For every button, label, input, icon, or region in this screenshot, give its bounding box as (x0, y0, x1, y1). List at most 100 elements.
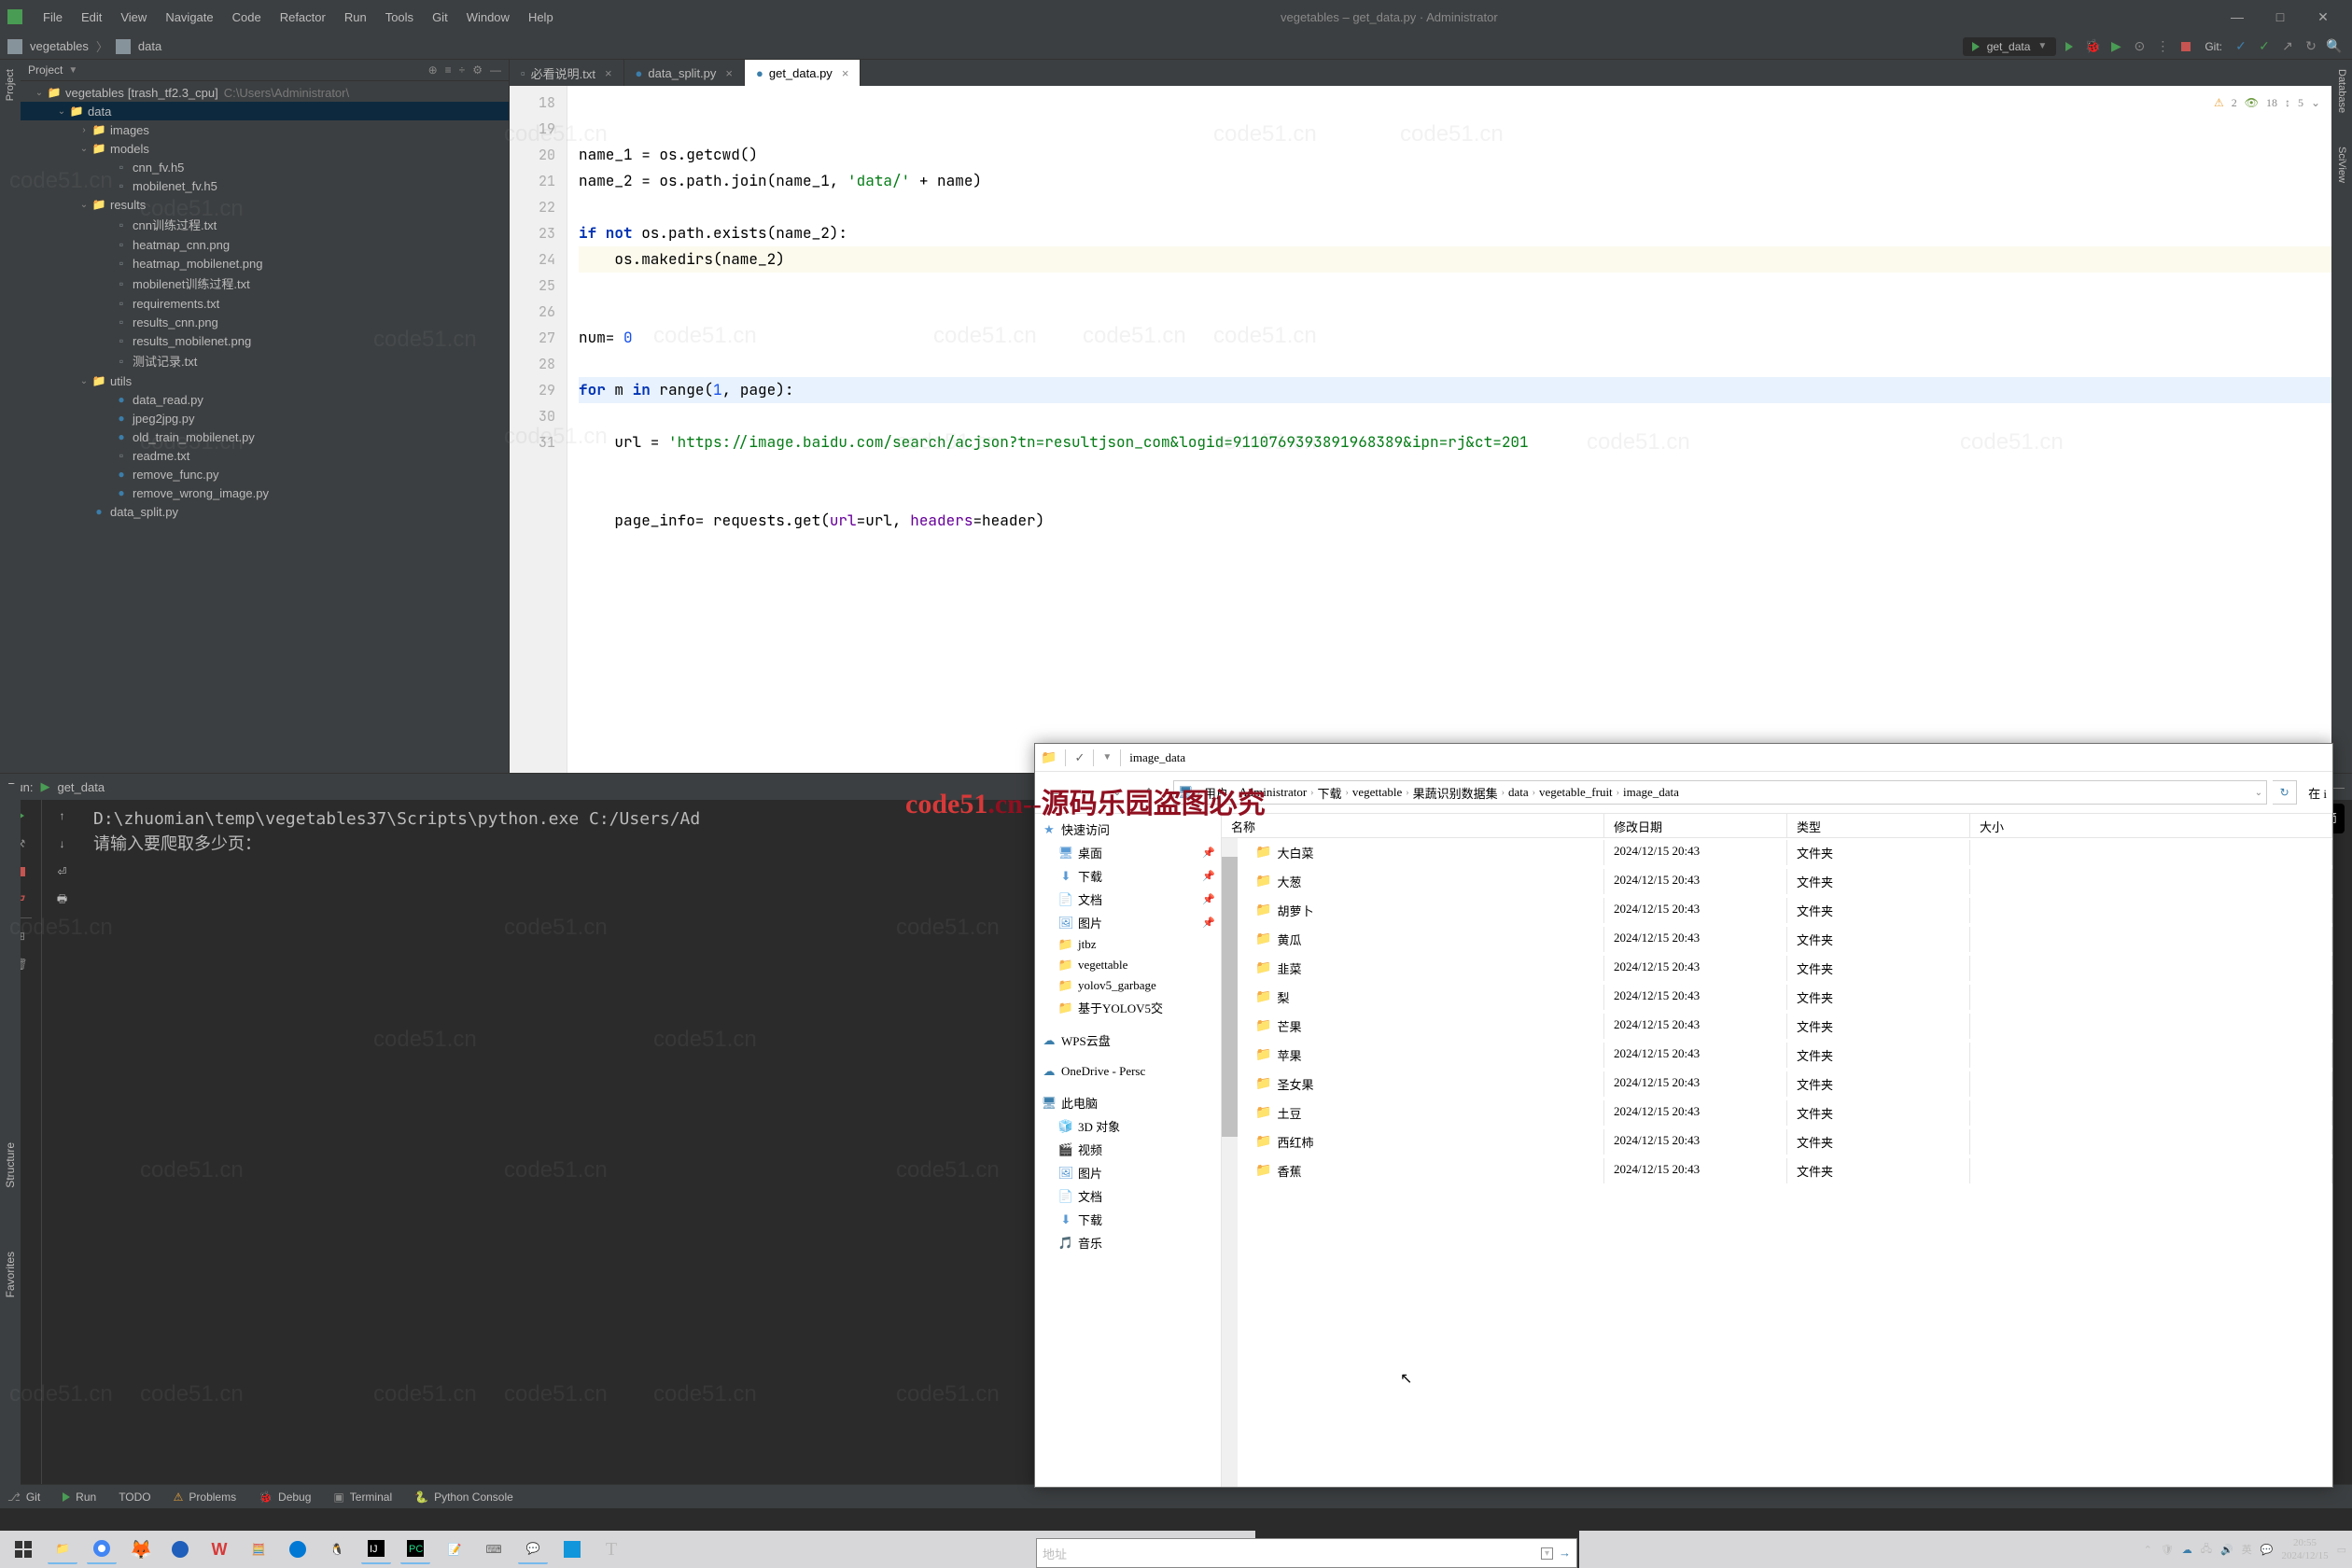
tree-item[interactable]: ⌄📁results (21, 195, 509, 214)
project-tree[interactable]: ⌄📁vegetables[trash_tf2.3_cpu]C:\Users\Ad… (21, 81, 509, 773)
address-bar[interactable]: 🖥› 用户› Administrator› 下载› vegettable› 果蔬… (1173, 780, 2267, 805)
status-debug[interactable]: 🐞Debug (259, 1491, 311, 1504)
task-wechat[interactable]: 💬 (518, 1534, 548, 1564)
task-edge[interactable] (283, 1534, 313, 1564)
editor-tab[interactable]: ●data_split.py× (624, 60, 745, 86)
tree-item[interactable]: ⌄📁models (21, 139, 509, 158)
status-problems[interactable]: ⚠Problems (174, 1491, 236, 1504)
run-coverage-button[interactable]: ▶ (2106, 36, 2126, 57)
nav-jtbz[interactable]: 📁jtbz (1035, 934, 1221, 955)
editor-tab[interactable]: ▫必看说明.txt× (510, 60, 624, 86)
tray-security-icon[interactable]: 🛡 (2161, 1544, 2174, 1556)
select-opened-file-icon[interactable]: ⊕ (428, 63, 438, 77)
status-python-console[interactable]: 🐍Python Console (414, 1491, 513, 1504)
file-row[interactable]: 📁胡萝卜2024/12/15 20:43文件夹 (1222, 896, 2332, 925)
file-row[interactable]: 📁梨2024/12/15 20:43文件夹 (1222, 983, 2332, 1012)
status-git[interactable]: ⎇Git (7, 1491, 40, 1504)
task-calc[interactable]: 🧮 (244, 1534, 273, 1564)
nav-documents2[interactable]: 📄文档 (1035, 1184, 1221, 1208)
file-row[interactable]: 📁香蕉2024/12/15 20:43文件夹 (1222, 1156, 2332, 1185)
nav-thispc[interactable]: 🖥此电脑 (1035, 1091, 1221, 1114)
tree-item[interactable]: ●data_split.py (21, 502, 509, 521)
git-push-button[interactable]: ↗ (2277, 36, 2298, 57)
tree-item[interactable]: ▫测试记录.txt (21, 350, 509, 371)
tree-item[interactable]: ▫heatmap_mobilenet.png (21, 254, 509, 273)
menu-file[interactable]: File (34, 10, 72, 24)
file-row[interactable]: 📁大葱2024/12/15 20:43文件夹 (1222, 867, 2332, 896)
breadcrumb-data[interactable]: data (138, 39, 161, 53)
scroll-down-button[interactable]: ↓ (50, 832, 75, 856)
task-chrome[interactable] (87, 1534, 117, 1564)
menu-edit[interactable]: Edit (72, 10, 111, 24)
menu-help[interactable]: Help (519, 10, 563, 24)
more-run-button[interactable]: ⋮ (2152, 36, 2173, 57)
structure-tool-tab[interactable]: Structure (2, 1139, 19, 1192)
code-editor[interactable]: 1819202122232425262728293031 name_1 = os… (510, 86, 2331, 773)
hide-run-icon[interactable]: — (2332, 780, 2345, 794)
menu-code[interactable]: Code (223, 10, 271, 24)
menu-refactor[interactable]: Refactor (271, 10, 335, 24)
nav-desktop[interactable]: 🖥桌面📌 (1035, 841, 1221, 864)
tray-notifications-icon[interactable]: 💬 (2261, 1544, 2274, 1556)
run-button[interactable] (2059, 36, 2079, 57)
nav-downloads2[interactable]: ⬇下载 (1035, 1208, 1221, 1231)
task-app1[interactable] (557, 1534, 587, 1564)
tray-chevron-up-icon[interactable]: ⌃ (2144, 1544, 2152, 1556)
refresh-button[interactable]: ↻ (2273, 780, 2297, 805)
close-tab-icon[interactable]: × (605, 66, 612, 80)
task-qq[interactable]: 🐧 (322, 1534, 352, 1564)
status-run[interactable]: Run (63, 1491, 96, 1504)
tree-item[interactable]: ▫mobilenet_fv.h5 (21, 176, 509, 195)
nav-pictures2[interactable]: 🖼图片 (1035, 1161, 1221, 1184)
nav-3d[interactable]: 🧊3D 对象 (1035, 1114, 1221, 1138)
settings-icon[interactable]: ⚙ (472, 63, 483, 77)
task-wps[interactable]: W (204, 1534, 234, 1564)
col-size[interactable]: 大小 (1970, 814, 2332, 837)
editor-inspection-widget[interactable]: ⚠2 👁18 ↕5 ⌄ (2214, 90, 2320, 116)
git-history-button[interactable]: ↻ (2301, 36, 2321, 57)
file-row[interactable]: 📁大白菜2024/12/15 20:43文件夹 (1222, 838, 2332, 867)
col-type[interactable]: 类型 (1787, 814, 1970, 837)
menu-run[interactable]: Run (335, 10, 376, 24)
tree-item[interactable]: ●remove_func.py (21, 465, 509, 483)
nav-yolo-traffic[interactable]: 📁基于YOLOV5交 (1035, 996, 1221, 1019)
stop-button[interactable] (2176, 36, 2196, 57)
scroll-up-button[interactable]: ↑ (50, 804, 75, 828)
database-tool-tab[interactable]: Database (2334, 65, 2349, 117)
maximize-button[interactable]: □ (2259, 0, 2302, 34)
file-row[interactable]: 📁韭菜2024/12/15 20:43文件夹 (1222, 954, 2332, 983)
task-firefox[interactable]: 🦊 (126, 1534, 156, 1564)
explorer-scrollbar[interactable] (1222, 838, 1238, 1487)
menu-git[interactable]: Git (423, 10, 457, 24)
debug-button[interactable]: 🐞 (2082, 36, 2103, 57)
task-kb[interactable]: ⌨ (479, 1534, 509, 1564)
tray-network-icon[interactable]: 🖧 (2201, 1541, 2212, 1559)
tree-item[interactable]: ⌄📁utils (21, 371, 509, 390)
expand-all-icon[interactable]: ≡ (445, 63, 452, 77)
col-name[interactable]: 名称 (1222, 814, 1604, 837)
project-tool-tab[interactable]: Project (3, 65, 18, 105)
tree-item[interactable]: ⌄📁vegetables[trash_tf2.3_cpu]C:\Users\Ad… (21, 83, 509, 102)
tree-item[interactable]: ●remove_wrong_image.py (21, 483, 509, 502)
tree-item[interactable]: ▫cnn_fv.h5 (21, 158, 509, 176)
system-tray[interactable]: ⌃ 🛡 ☁ 🖧 🔊 英 💬 20:55 2024/12/15 ▭ (1579, 1536, 2352, 1562)
editor-tab[interactable]: ●get_data.py× (745, 60, 861, 86)
file-row[interactable]: 📁黄瓜2024/12/15 20:43文件夹 (1222, 925, 2332, 954)
tree-item[interactable]: ●jpeg2jpg.py (21, 409, 509, 427)
sciview-tool-tab[interactable]: SciView (2334, 143, 2349, 187)
close-button[interactable]: ✕ (2302, 0, 2345, 34)
close-tab-icon[interactable]: × (725, 66, 733, 80)
nav-documents[interactable]: 📄文档📌 (1035, 888, 1221, 911)
task-pycharm[interactable]: PC (400, 1534, 430, 1564)
breadcrumb-root[interactable]: vegetables (30, 39, 89, 53)
start-button[interactable] (8, 1534, 38, 1564)
minimize-button[interactable]: — (2216, 0, 2259, 34)
nav-video[interactable]: 🎬视频 (1035, 1138, 1221, 1161)
status-todo[interactable]: TODO (119, 1491, 150, 1504)
tray-volume-icon[interactable]: 🔊 (2220, 1544, 2233, 1556)
file-row[interactable]: 📁圣女果2024/12/15 20:43文件夹 (1222, 1070, 2332, 1099)
tree-item[interactable]: ▫results_cnn.png (21, 313, 509, 331)
explorer-nav-pane[interactable]: ★快速访问 🖥桌面📌 ⬇下载📌 📄文档📌 🖼图片📌 📁jtbz 📁vegetta… (1035, 814, 1222, 1487)
collapse-all-icon[interactable]: ÷ (459, 63, 466, 77)
task-vivaldi[interactable] (165, 1534, 195, 1564)
